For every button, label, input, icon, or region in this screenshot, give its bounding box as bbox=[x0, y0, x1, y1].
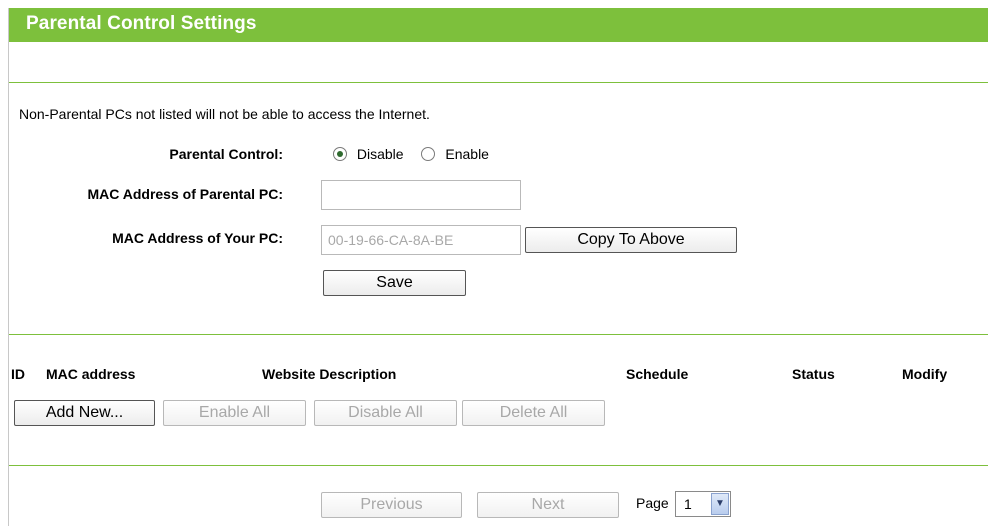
radio-enable-indicator[interactable] bbox=[421, 147, 436, 161]
parental-control-label: Parental Control: bbox=[169, 146, 283, 162]
intro-text: Non-Parental PCs not listed will not be … bbox=[19, 106, 430, 122]
save-button[interactable]: Save bbox=[323, 270, 466, 296]
column-header-website-description: Website Description bbox=[262, 366, 397, 382]
divider bbox=[9, 82, 988, 83]
delete-all-button[interactable]: Delete All bbox=[462, 400, 605, 426]
mac-your-label: MAC Address of Your PC: bbox=[112, 230, 283, 246]
page-label: Page bbox=[636, 495, 669, 511]
disable-all-button[interactable]: Disable All bbox=[314, 400, 457, 426]
radio-disable[interactable]: Disable bbox=[333, 146, 407, 162]
mac-parental-input[interactable] bbox=[321, 180, 521, 210]
title-bar: Parental Control Settings bbox=[9, 8, 988, 42]
add-new-button[interactable]: Add New... bbox=[14, 400, 155, 426]
chevron-down-icon[interactable]: ▼ bbox=[711, 493, 729, 515]
column-header-id: ID bbox=[11, 366, 25, 382]
copy-to-above-button[interactable]: Copy To Above bbox=[525, 227, 737, 253]
previous-button[interactable]: Previous bbox=[321, 492, 462, 518]
parental-control-radio-group: Disable Enable bbox=[333, 146, 489, 162]
enable-all-button[interactable]: Enable All bbox=[163, 400, 306, 426]
next-button[interactable]: Next bbox=[477, 492, 619, 518]
page-title: Parental Control Settings bbox=[26, 13, 257, 34]
mac-your-input[interactable] bbox=[321, 225, 521, 255]
column-header-modify: Modify bbox=[902, 366, 948, 382]
radio-enable-label: Enable bbox=[445, 146, 489, 162]
radio-disable-label: Disable bbox=[356, 146, 404, 162]
mac-parental-label: MAC Address of Parental PC: bbox=[87, 186, 283, 202]
divider bbox=[9, 465, 988, 466]
radio-enable[interactable]: Enable bbox=[421, 146, 489, 162]
column-header-status: Status bbox=[792, 366, 835, 382]
radio-disable-indicator[interactable] bbox=[333, 147, 347, 161]
settings-panel: Parental Control Settings Non-Parental P… bbox=[8, 8, 988, 526]
page-select[interactable]: 1 ▼ bbox=[675, 491, 731, 517]
column-header-mac-address: MAC address bbox=[46, 366, 136, 382]
page-select-value: 1 bbox=[684, 496, 692, 512]
divider bbox=[9, 334, 988, 335]
column-header-schedule: Schedule bbox=[626, 366, 689, 382]
